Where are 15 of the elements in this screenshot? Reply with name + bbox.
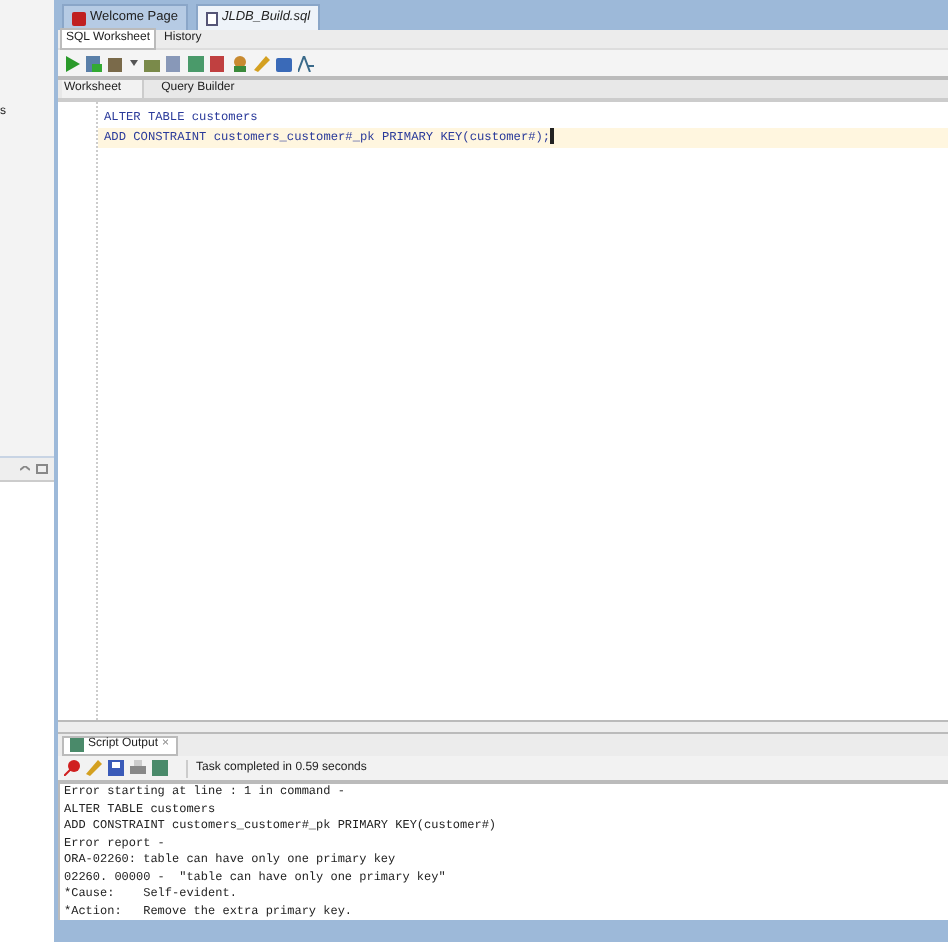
- eraser-icon[interactable]: [254, 55, 270, 71]
- minimize-icon[interactable]: [20, 466, 30, 472]
- output-icon: [70, 738, 84, 752]
- script-icon[interactable]: [86, 55, 102, 71]
- text-cursor: [550, 128, 555, 145]
- eraser-icon[interactable]: [86, 760, 102, 776]
- app-logo-icon: [72, 11, 86, 25]
- window-icon[interactable]: [36, 464, 48, 474]
- save-icon[interactable]: [108, 760, 124, 776]
- print-icon[interactable]: [130, 760, 146, 776]
- people-icon[interactable]: [232, 55, 248, 71]
- run-icon[interactable]: [64, 55, 80, 71]
- pin-icon[interactable]: [64, 760, 80, 776]
- file-icon: [205, 11, 218, 25]
- caret-icon[interactable]: [130, 60, 138, 66]
